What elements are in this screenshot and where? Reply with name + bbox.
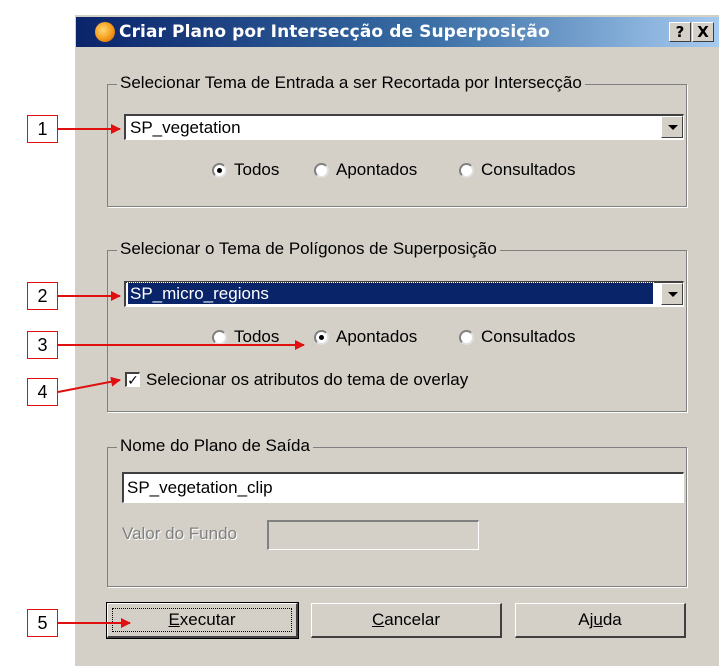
arrow-4 <box>57 376 121 393</box>
callout-4: 4 <box>27 378 58 406</box>
callout-3: 3 <box>27 331 58 359</box>
callout-2: 2 <box>27 282 58 310</box>
callout-5: 5 <box>27 609 58 637</box>
callout-1: 1 <box>27 115 58 143</box>
callout-arrows <box>57 124 305 628</box>
